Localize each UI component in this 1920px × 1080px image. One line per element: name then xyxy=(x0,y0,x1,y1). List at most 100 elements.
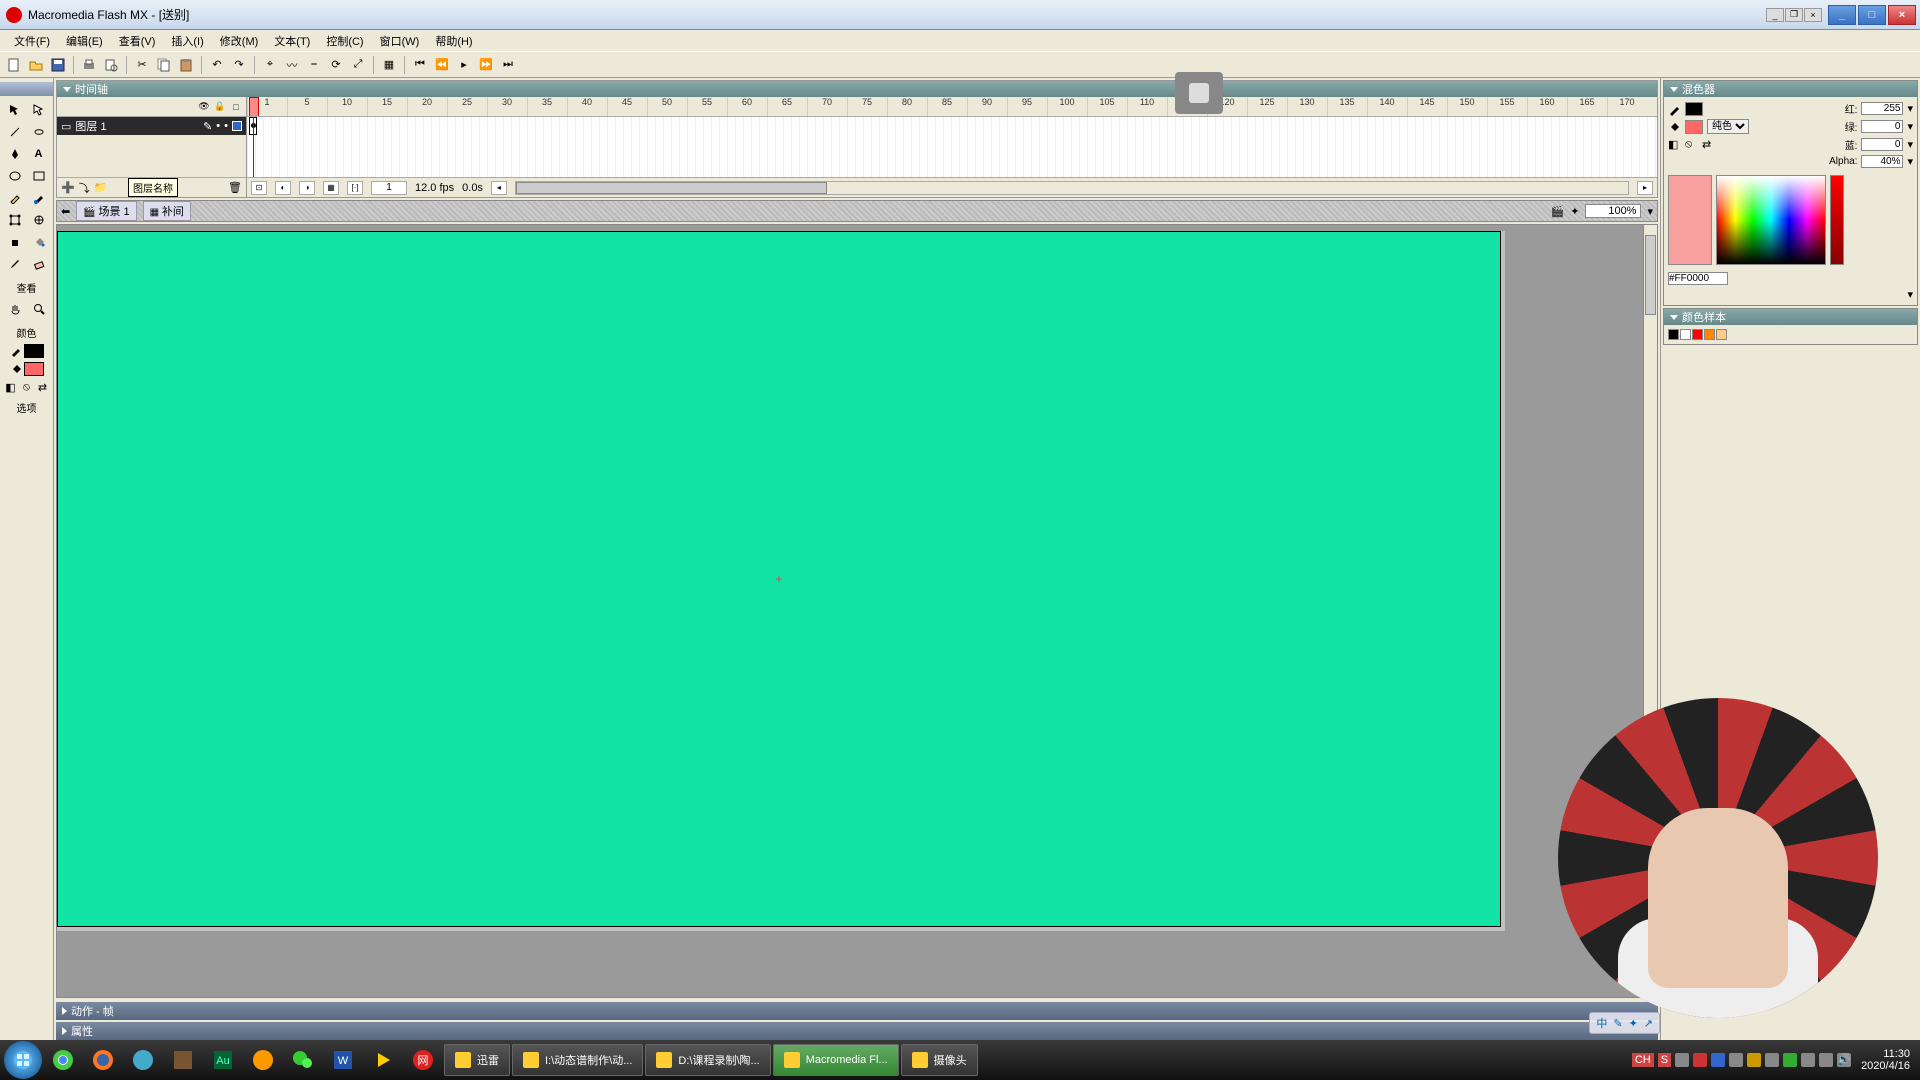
smooth-button[interactable]: 〰 xyxy=(282,55,302,75)
mdi-restore-button[interactable]: ❐ xyxy=(1785,8,1803,22)
scroll-right-button[interactable]: ▸ xyxy=(1637,181,1653,195)
ruler-tick[interactable]: 110 xyxy=(1127,97,1167,116)
taskbar-app2-icon[interactable] xyxy=(164,1044,202,1076)
start-button[interactable] xyxy=(4,1041,42,1079)
pen-tool[interactable] xyxy=(4,144,26,164)
pencil-tool[interactable] xyxy=(4,188,26,208)
back-button[interactable]: ⬅ xyxy=(61,205,70,218)
taskbar-task[interactable]: Macromedia Fl... xyxy=(773,1044,899,1076)
mdi-close-button[interactable]: × xyxy=(1804,8,1822,22)
cut-button[interactable]: ✂ xyxy=(132,55,152,75)
ruler-tick[interactable]: 145 xyxy=(1407,97,1447,116)
brush-tool[interactable] xyxy=(28,188,50,208)
rect-tool[interactable] xyxy=(28,166,50,186)
zoom-tool[interactable] xyxy=(28,299,50,319)
tray-icon[interactable] xyxy=(1765,1053,1779,1067)
layer-row[interactable]: ▭ 图层 1 ✎ • • xyxy=(57,117,246,135)
r-stepper[interactable]: ▾ xyxy=(1907,102,1913,115)
menu-insert[interactable]: 插入(I) xyxy=(163,31,211,51)
ruler-tick[interactable]: 100 xyxy=(1047,97,1087,116)
save-button[interactable] xyxy=(48,55,68,75)
ruler-tick[interactable]: 135 xyxy=(1327,97,1367,116)
swap2-button[interactable]: ⇄ xyxy=(1702,138,1716,151)
copy-button[interactable] xyxy=(154,55,174,75)
taskbar-chrome-icon[interactable] xyxy=(44,1044,82,1076)
layer-outline-swatch[interactable] xyxy=(232,121,242,131)
ruler-tick[interactable]: 165 xyxy=(1567,97,1607,116)
ruler-tick[interactable]: 85 xyxy=(927,97,967,116)
ruler-tick[interactable]: 160 xyxy=(1527,97,1567,116)
scale-button[interactable]: ⤢ xyxy=(348,55,368,75)
ruler-tick[interactable]: 40 xyxy=(567,97,607,116)
preview-button[interactable] xyxy=(101,55,121,75)
stage-canvas[interactable]: + xyxy=(57,231,1501,927)
ruler-tick[interactable]: 5 xyxy=(287,97,327,116)
taskbar-music-icon[interactable]: 网 xyxy=(404,1044,442,1076)
lock-icon[interactable]: 🔒 xyxy=(214,101,226,113)
mixer-stroke-swatch[interactable] xyxy=(1685,102,1703,116)
alpha-input[interactable] xyxy=(1861,155,1903,168)
taskbar-task[interactable]: 迅雷 xyxy=(444,1044,510,1076)
hand-tool[interactable] xyxy=(4,299,26,319)
current-frame[interactable] xyxy=(371,181,407,195)
stroke-color-swatch[interactable] xyxy=(24,344,44,358)
taskbar-task[interactable]: D:\课程录制\陶... xyxy=(645,1044,770,1076)
taskbar-player-icon[interactable] xyxy=(364,1044,402,1076)
ruler-tick[interactable]: 50 xyxy=(647,97,687,116)
ruler-tick[interactable]: 55 xyxy=(687,97,727,116)
close-button[interactable]: × xyxy=(1888,5,1916,25)
swapcolor-button[interactable]: ⇄ xyxy=(36,380,50,394)
maximize-button[interactable]: □ xyxy=(1858,5,1886,25)
redo-button[interactable]: ↷ xyxy=(229,55,249,75)
color-swatch[interactable] xyxy=(1680,329,1691,340)
undo-button[interactable]: ↶ xyxy=(207,55,227,75)
nocolor-button[interactable]: ⦸ xyxy=(20,380,34,394)
snap-button[interactable]: ⌖ xyxy=(260,55,280,75)
bucket-tool[interactable] xyxy=(28,232,50,252)
timeline-hscroll[interactable] xyxy=(515,181,1629,195)
taskbar-task[interactable]: 摄像头 xyxy=(901,1044,978,1076)
fill-transform-tool[interactable] xyxy=(28,210,50,230)
menu-control[interactable]: 控制(C) xyxy=(318,31,371,51)
ruler-tick[interactable]: 95 xyxy=(1007,97,1047,116)
zoom-combo[interactable]: 100% xyxy=(1585,204,1641,218)
tray-icon[interactable] xyxy=(1747,1053,1761,1067)
outline-icon[interactable]: □ xyxy=(230,101,242,113)
ruler-tick[interactable]: 30 xyxy=(487,97,527,116)
taskbar-app1-icon[interactable] xyxy=(124,1044,162,1076)
tray-icon[interactable] xyxy=(1819,1053,1833,1067)
taskbar-wechat-icon[interactable] xyxy=(284,1044,322,1076)
ruler-tick[interactable]: 10 xyxy=(327,97,367,116)
minimize-button[interactable]: _ xyxy=(1828,5,1856,25)
color-spectrum[interactable] xyxy=(1716,175,1826,265)
add-layer-button[interactable]: ➕ xyxy=(61,181,75,194)
onion-skin-button[interactable]: ◐ xyxy=(275,181,291,195)
system-tray[interactable]: CH S 🔊 11:30 2020/4/16 xyxy=(1626,1048,1916,1072)
g-input[interactable] xyxy=(1861,120,1903,133)
ruler-tick[interactable]: 35 xyxy=(527,97,567,116)
fill-type-select[interactable]: 纯色 xyxy=(1707,119,1749,134)
delete-layer-button[interactable]: 🗑 xyxy=(228,181,242,194)
new-button[interactable] xyxy=(4,55,24,75)
tray-icon[interactable] xyxy=(1693,1053,1707,1067)
eyedropper-tool[interactable] xyxy=(4,254,26,274)
clock[interactable]: 11:30 2020/4/16 xyxy=(1861,1048,1910,1072)
ruler-tick[interactable]: 70 xyxy=(807,97,847,116)
r-input[interactable] xyxy=(1861,102,1903,115)
stepfwd-button[interactable]: ⏩ xyxy=(476,55,496,75)
center-frame-button[interactable]: ⊡ xyxy=(251,181,267,195)
taskbar-app3-icon[interactable] xyxy=(244,1044,282,1076)
hex-input[interactable] xyxy=(1668,272,1728,285)
ruler-tick[interactable]: 45 xyxy=(607,97,647,116)
edit-scene-button[interactable]: 🎬 xyxy=(1551,205,1565,218)
arrow-tool[interactable] xyxy=(4,100,26,120)
open-button[interactable] xyxy=(26,55,46,75)
color-swatch[interactable] xyxy=(1704,329,1715,340)
menu-file[interactable]: 文件(F) xyxy=(6,31,58,51)
ime-star-icon[interactable]: ✦ xyxy=(1629,1017,1638,1030)
symbol-crumb[interactable]: ▦ 补间 xyxy=(143,201,191,221)
bw-button[interactable]: ◧ xyxy=(1668,138,1682,151)
straighten-button[interactable]: ⎯ xyxy=(304,55,324,75)
mdi-min-button[interactable]: _ xyxy=(1766,8,1784,22)
g-stepper[interactable]: ▾ xyxy=(1907,120,1913,133)
